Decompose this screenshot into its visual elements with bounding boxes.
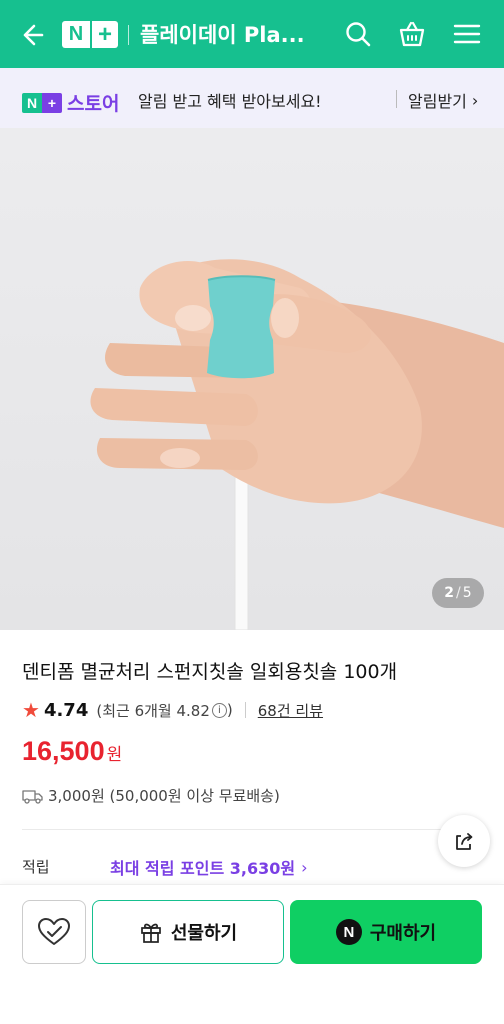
store-logo-text: 스토어 <box>67 93 120 115</box>
image-counter-current: 2 <box>444 585 455 601</box>
hand-holding-sponge-toothbrush-image <box>90 259 504 630</box>
section-divider <box>22 829 482 830</box>
back-arrow-icon[interactable] <box>16 20 46 50</box>
buy-button[interactable]: N 구매하기 <box>290 900 482 964</box>
like-button[interactable] <box>22 900 86 964</box>
store-logo-plus: + <box>42 92 62 113</box>
product-name: 덴티폼 멸균처리 스펀지칫솔 일회용칫솔 100개 <box>22 661 398 683</box>
chevron-right-icon: › <box>301 857 308 877</box>
image-counter-total: 5 <box>462 585 472 601</box>
rating-divider <box>244 702 246 718</box>
recent-rating-close: ) <box>226 701 233 719</box>
naver-pay-icon: N <box>335 919 362 945</box>
image-counter: 2 / 5 <box>432 578 484 608</box>
notice-message: 알림 받고 혜택 받아보세요! <box>138 92 322 111</box>
product-image[interactable] <box>0 128 504 630</box>
rating-score: 4.74 <box>43 699 89 721</box>
subscribe-alert-label: 알림받기 <box>408 92 467 111</box>
info-icon[interactable]: i <box>211 702 227 718</box>
rating-row: ★ 4.74 (최근 6개월 4.82 i ) 68건 리뷰 <box>22 698 323 722</box>
logo-n: N <box>62 21 90 48</box>
price: 16,500 원 <box>22 736 122 767</box>
header-divider <box>128 25 129 45</box>
gift-button[interactable]: 선물하기 <box>92 900 284 964</box>
menu-icon[interactable] <box>452 19 482 49</box>
gift-button-label: 선물하기 <box>170 923 238 944</box>
points-link[interactable]: 최대 적립 포인트 3,630원 › <box>110 855 308 879</box>
image-counter-separator: / <box>456 585 461 601</box>
points-value: 최대 적립 포인트 3,630원 <box>110 859 296 878</box>
heart-icon <box>38 918 70 945</box>
share-button[interactable] <box>438 815 490 867</box>
top-header: N + 플레이데이 Pla... <box>0 0 504 68</box>
chevron-right-icon: › <box>471 90 479 110</box>
points-label: 적립 <box>22 858 50 876</box>
shipping-text: 3,000원 (50,000원 이상 무료배송) <box>48 787 280 805</box>
price-value: 16,500 <box>22 736 105 766</box>
truck-icon <box>22 789 43 804</box>
store-logo-n: N <box>22 92 42 113</box>
naver-plus-logo[interactable]: N + <box>62 21 118 48</box>
review-count-link[interactable]: 68건 리뷰 <box>258 700 323 721</box>
store-title[interactable]: 플레이데이 Pla... <box>140 19 305 49</box>
shopping-bag-icon[interactable] <box>397 19 427 49</box>
gift-icon <box>141 923 161 943</box>
star-icon: ★ <box>22 698 40 722</box>
naver-plus-store-logo: N + 스토어 <box>22 89 119 116</box>
search-icon[interactable] <box>343 19 373 49</box>
recent-rating[interactable]: (최근 6개월 4.82 i ) <box>96 700 232 721</box>
price-unit: 원 <box>106 745 123 765</box>
logo-plus: + <box>90 21 118 48</box>
notice-divider <box>396 90 397 108</box>
buy-button-label: 구매하기 <box>369 923 437 944</box>
shipping-info: 3,000원 (50,000원 이상 무료배송) <box>22 785 280 806</box>
share-icon <box>456 833 473 850</box>
subscribe-alert-button[interactable]: 알림받기 › <box>408 88 478 112</box>
recent-rating-text: (최근 6개월 4.82 <box>96 701 210 720</box>
